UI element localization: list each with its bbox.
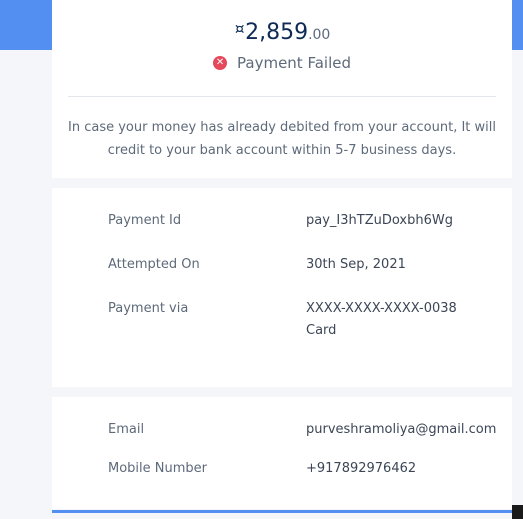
email-link[interactable]: purveshramoliya@gmail.com <box>306 419 516 441</box>
amount-main: 2,859 <box>245 20 309 45</box>
detail-label: Payment Id <box>108 213 182 228</box>
mobile-number: +917892976462 <box>306 461 417 476</box>
currency-symbol: ¤ <box>233 18 246 40</box>
contact-card: Email purveshramoliya@gmail.com Mobile N… <box>52 397 512 509</box>
payment-details-card: Payment Id pay_I3hTZuDoxbh6Wg Attempted … <box>52 188 512 387</box>
payment-summary-card: ¤2,859.00 ✕ Payment Failed In case your … <box>52 0 512 178</box>
status-text: Payment Failed <box>237 54 351 72</box>
detail-value: XXXX-XXXX-XXXX-0038 Card <box>306 298 516 342</box>
payment-amount: ¤2,859.00 <box>52 18 512 45</box>
detail-value: 30th Sep, 2021 <box>306 257 406 272</box>
detail-label: Attempted On <box>108 257 200 272</box>
amount-decimal: .00 <box>308 27 331 43</box>
footer-accent-bar <box>52 510 512 513</box>
payment-method: Card <box>306 323 337 338</box>
divider <box>68 96 496 97</box>
contact-label: Email <box>108 422 145 437</box>
payment-status: ✕ Payment Failed <box>52 54 512 72</box>
error-x-icon: ✕ <box>213 56 228 70</box>
scrollbar-corner <box>512 505 523 519</box>
refund-note: In case your money has already debited f… <box>68 120 496 158</box>
detail-value: pay_I3hTZuDoxbh6Wg <box>306 213 453 228</box>
contact-label: Mobile Number <box>108 461 207 476</box>
detail-label: Payment via <box>108 301 189 316</box>
card-number: XXXX-XXXX-XXXX-0038 <box>306 301 457 316</box>
